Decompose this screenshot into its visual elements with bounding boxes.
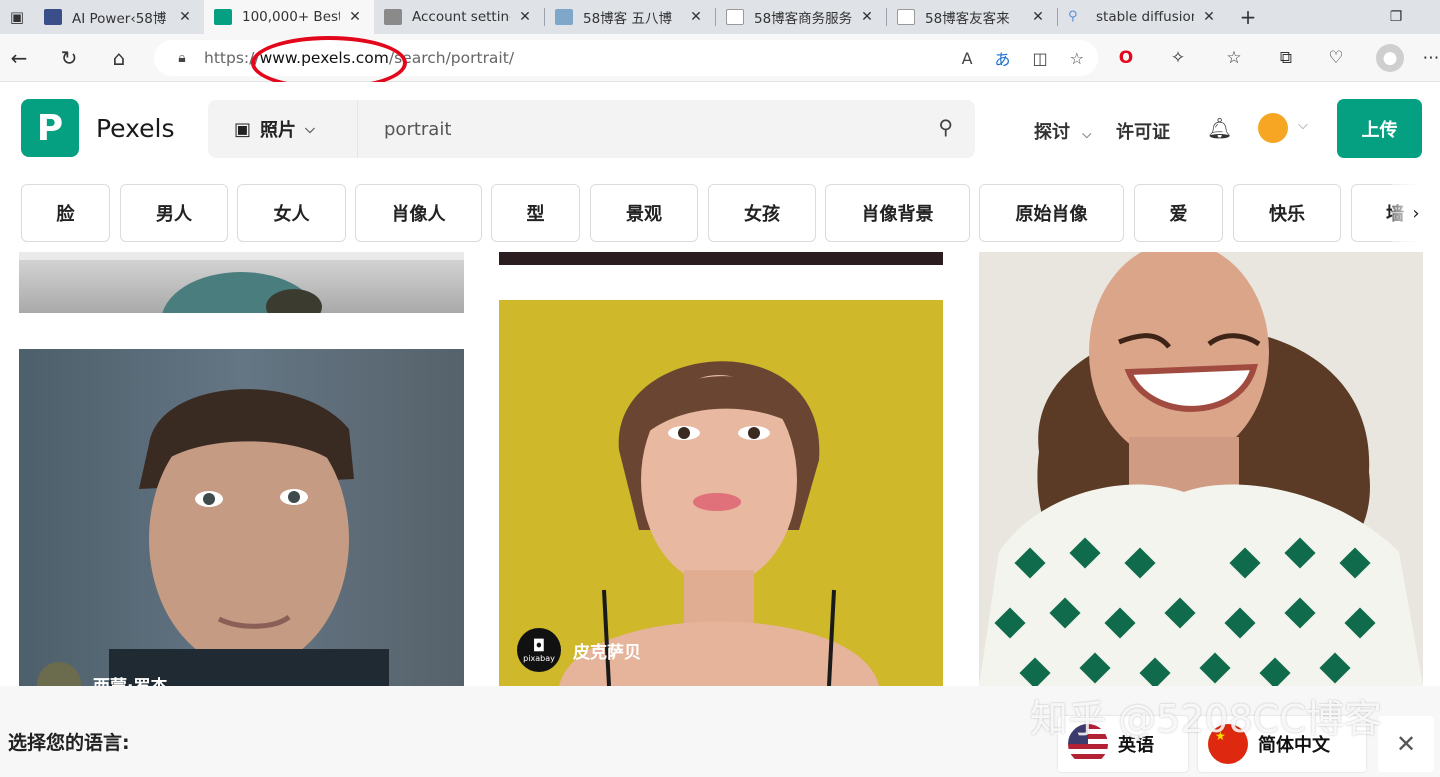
language-prompt: 选择您的语言: xyxy=(8,732,130,754)
new-tab-button[interactable]: + xyxy=(1228,5,1268,29)
brand-name[interactable]: Pexels xyxy=(96,114,175,143)
browser-tab-4[interactable]: 58博客 五八博 ✕ xyxy=(545,0,715,34)
tab-favicon xyxy=(897,9,915,25)
extensions-icon[interactable]: ✧ xyxy=(1164,44,1192,72)
close-tab-icon[interactable]: ✕ xyxy=(516,9,534,25)
performance-icon[interactable]: ♡ xyxy=(1322,44,1350,72)
close-tab-icon[interactable]: ✕ xyxy=(346,9,364,25)
search-favicon-icon: ⚲ xyxy=(1068,9,1078,24)
close-tab-icon[interactable]: ✕ xyxy=(1029,9,1047,25)
chip-man[interactable]: 男人 xyxy=(120,184,228,242)
back-icon[interactable]: ← xyxy=(2,42,36,74)
tab-title: stable diffusion xyxy=(1096,9,1194,25)
chip-love[interactable]: 爱 xyxy=(1134,184,1223,242)
notifications-bell-icon[interactable]: 🔔︎ xyxy=(1207,116,1232,140)
search-input[interactable] xyxy=(384,114,904,144)
translate-icon[interactable]: あ xyxy=(995,46,1011,70)
browser-tab-1[interactable]: AI Power‹58博 ✕ xyxy=(34,0,204,34)
search-bar: ▣ 照片 ⌵ ⚲ xyxy=(208,100,975,158)
tab-favicon xyxy=(214,9,232,25)
tab-title: 58博客商务服务 xyxy=(754,11,852,27)
close-tab-icon[interactable]: ✕ xyxy=(1200,9,1218,25)
chip-face[interactable]: 脸 xyxy=(21,184,110,242)
tab-favicon xyxy=(384,9,402,25)
photo-art xyxy=(19,252,464,313)
pixabay-badge-text: pixabay xyxy=(523,653,555,663)
browser-tab-2[interactable]: 100,000+ Best ✕ xyxy=(204,0,374,34)
creator-name: 西蒙·罗杰 xyxy=(93,672,167,687)
creator-name: 皮克萨贝 xyxy=(573,642,641,663)
pixabay-logo-icon: ◘ pixabay xyxy=(517,628,561,672)
tab-title: 100,000+ Best xyxy=(242,9,340,25)
tab-favicon xyxy=(44,9,62,25)
photo-woman-yellow[interactable]: ◘ pixabay 皮克萨贝 xyxy=(499,300,943,686)
profile-icon[interactable]: ● xyxy=(1376,44,1404,72)
more-menu-icon[interactable]: ⋯ xyxy=(1422,44,1440,72)
photo-creator[interactable]: 西蒙·罗杰 xyxy=(37,662,167,686)
lock-icon[interactable]: 🔒︎ xyxy=(164,50,200,66)
tab-actions-icon[interactable]: ▣ xyxy=(0,0,34,34)
media-type-dropdown[interactable]: ▣ 照片 ⌵ xyxy=(208,100,358,158)
chip-landscape[interactable]: 景观 xyxy=(590,184,698,242)
chip-type[interactable]: 型 xyxy=(491,184,580,242)
favorites-icon[interactable]: ☆ xyxy=(1220,44,1248,72)
tab-favicon xyxy=(555,9,573,25)
opera-extension-icon[interactable]: O xyxy=(1112,44,1140,72)
collections-icon[interactable]: ⧉ xyxy=(1272,44,1300,72)
chevron-down-icon: ⌵ xyxy=(1082,127,1092,141)
chip-girl[interactable]: 女孩 xyxy=(708,184,816,242)
chip-happy[interactable]: 快乐 xyxy=(1233,184,1341,242)
photo-smiling-woman[interactable] xyxy=(979,252,1423,686)
photo-art xyxy=(109,389,389,686)
photo-top-left[interactable] xyxy=(19,252,464,313)
tab-favicon xyxy=(726,9,744,25)
restore-window-icon[interactable]: ❐ xyxy=(1374,0,1418,34)
tab-title: Account setting xyxy=(412,9,510,25)
favorite-add-icon[interactable]: ☆ xyxy=(1070,49,1084,68)
explore-label: 探讨 xyxy=(1034,122,1070,143)
close-tab-icon[interactable]: ✕ xyxy=(687,9,705,25)
photo-man-portrait[interactable]: 西蒙·罗杰 xyxy=(19,349,464,686)
close-language-banner-icon[interactable]: ✕ xyxy=(1378,716,1434,772)
chip-portrait-background[interactable]: 肖像背景 xyxy=(825,184,970,242)
read-aloud-icon[interactable]: A xyxy=(962,49,973,68)
browser-tab-3[interactable]: Account setting ✕ xyxy=(374,0,544,34)
url-path: /search/portrait/ xyxy=(388,49,515,67)
browser-tab-6[interactable]: 58博客友客来 ✕ xyxy=(887,0,1057,34)
license-link[interactable]: 许可证 xyxy=(1116,118,1170,144)
chevron-down-icon[interactable]: ⌵ xyxy=(1298,118,1308,133)
tab-title: 58博客 五八博 xyxy=(583,11,672,27)
chip-woman[interactable]: 女人 xyxy=(237,184,346,242)
refresh-icon[interactable]: ↻ xyxy=(52,42,86,74)
avatar[interactable] xyxy=(1258,113,1288,143)
browser-tabstrip: ▣ AI Power‹58博 ✕ 100,000+ Best ✕ Account… xyxy=(0,0,1440,34)
chip-raw-portrait[interactable]: 原始肖像 xyxy=(979,184,1124,242)
image-icon: ▣ xyxy=(234,118,252,140)
home-icon[interactable]: ⌂ xyxy=(102,42,136,74)
photo-creator[interactable]: ◘ pixabay 皮克萨贝 xyxy=(517,628,641,672)
upload-button[interactable]: 上传 xyxy=(1337,99,1422,158)
tab-title: 58博客友客来 xyxy=(925,11,1010,27)
photo-art xyxy=(979,252,1423,686)
media-type-label: 照片 xyxy=(260,120,297,141)
browser-tab-7[interactable]: ⚲ stable diffusion ✕ xyxy=(1058,0,1228,34)
site-header: P Pexels ▣ 照片 ⌵ ⚲ 探讨 ⌵ 许可证 🔔︎ ⌵ 上传 xyxy=(0,82,1440,176)
search-icon[interactable]: ⚲ xyxy=(938,115,953,139)
explore-menu[interactable]: 探讨 ⌵ xyxy=(1034,118,1091,144)
chevron-down-icon: ⌵ xyxy=(305,121,315,137)
photo-top-middle[interactable] xyxy=(499,252,943,265)
related-searches: 脸 男人 女人 肖像人 型 景观 女孩 肖像背景 原始肖像 爱 快乐 墙 › xyxy=(0,176,1440,252)
chip-portrait-person[interactable]: 肖像人 xyxy=(355,184,482,242)
omnibox-actions: A あ ◫ ☆ xyxy=(962,40,1084,76)
browser-toolbar: ← ↻ ⌂ 🔒︎ https://www.pexels.com/search/p… xyxy=(0,34,1440,82)
browser-tab-5[interactable]: 58博客商务服务 ✕ xyxy=(716,0,886,34)
chevron-right-icon[interactable]: › xyxy=(1392,184,1440,242)
close-tab-icon[interactable]: ✕ xyxy=(176,9,194,25)
pexels-logo[interactable]: P xyxy=(21,99,79,157)
creator-avatar xyxy=(37,662,81,686)
close-tab-icon[interactable]: ✕ xyxy=(858,9,876,25)
split-screen-icon[interactable]: ◫ xyxy=(1033,49,1048,68)
tab-title: AI Power‹58博 xyxy=(72,11,167,27)
watermark-text: 知乎 @5208CC博客 xyxy=(1030,697,1382,741)
